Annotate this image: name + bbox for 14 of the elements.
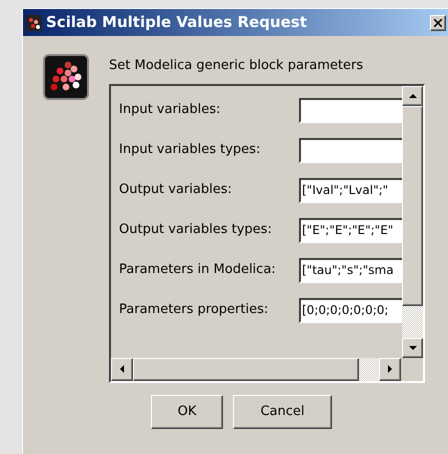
input-field[interactable]: ["Ival";"Lval";" — [299, 178, 402, 202]
field-label: Output variables: — [119, 181, 233, 200]
field-label: Output variables types: — [119, 221, 273, 240]
dialog-button[interactable]: OK — [151, 394, 223, 428]
dialog-message: Set Modelica generic block parameters — [109, 57, 364, 75]
field-label: Input variables types: — [119, 141, 262, 160]
dialog-button[interactable]: Cancel — [233, 394, 332, 428]
field-label: Parameters in Modelica: — [119, 261, 277, 280]
window-title: Scilab Multiple Values Request — [46, 12, 307, 34]
field-label: Parameters properties: — [119, 301, 270, 320]
input-field[interactable]: ["tau";"s";"sma — [299, 258, 402, 282]
field-label: Input variables: — [119, 101, 222, 120]
input-field[interactable]: [0;0;0;0;0;0;0; — [299, 298, 402, 322]
input-field[interactable]: ["E";"E";"E";"E" — [299, 218, 402, 242]
